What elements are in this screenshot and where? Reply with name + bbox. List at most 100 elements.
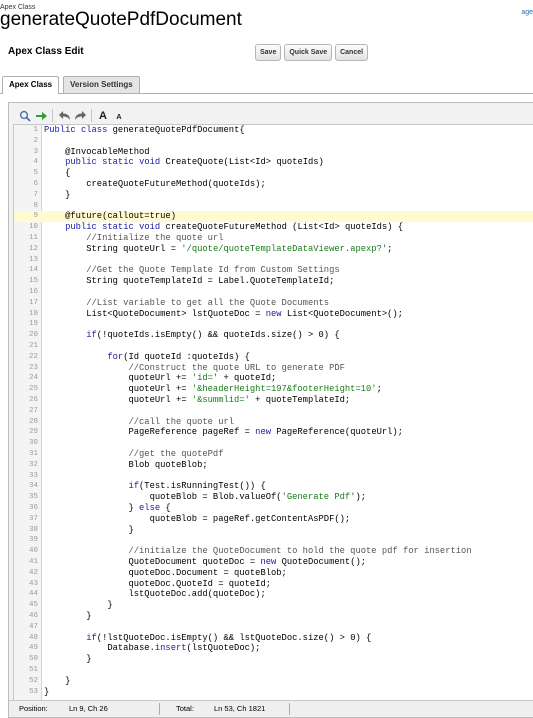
line-number: 5	[33, 169, 38, 178]
code-line[interactable]: 36 } else {	[14, 503, 533, 514]
code-text: @InvocableMethod	[44, 146, 150, 157]
code-line[interactable]: 39	[14, 535, 533, 546]
code-line[interactable]: 43 quoteDoc.QuoteId = quoteId;	[14, 579, 533, 590]
status-divider	[289, 703, 290, 715]
line-number: 40	[28, 547, 38, 556]
code-line[interactable]: 2	[14, 136, 533, 147]
code-line[interactable]: 29 PageReference pageRef = new PageRefer…	[14, 427, 533, 438]
line-number: 20	[28, 331, 38, 340]
code-line[interactable]: 14 //Get the Quote Template Id from Cust…	[14, 265, 533, 276]
code-line[interactable]: 37 quoteBlob = pageRef.getContentAsPDF()…	[14, 514, 533, 525]
code-text: //initialze the QuoteDocument to hold th…	[128, 546, 472, 557]
line-number: 52	[28, 676, 38, 685]
code-text: quoteBlob = pageRef.getContentAsPDF();	[44, 513, 351, 524]
code-text: if(!quoteIds.isEmpty() && quoteIds.size(…	[86, 330, 340, 341]
code-line[interactable]: 4 public static void CreateQuote(List<Id…	[14, 157, 533, 168]
code-line[interactable]: 53}	[14, 687, 533, 698]
code-line[interactable]: 42 quoteDoc.Document = quoteBlob;	[14, 568, 533, 579]
code-line[interactable]: 22 for(Id quoteId :quoteIds) {	[14, 352, 533, 363]
code-text: }	[44, 675, 71, 686]
line-number: 37	[28, 514, 38, 523]
code-line[interactable]: 12 String quoteUrl = '/quote/quoteTempla…	[14, 244, 533, 255]
code-line[interactable]: 19	[14, 319, 533, 330]
code-line[interactable]: 21	[14, 341, 533, 352]
line-number: 29	[28, 428, 38, 437]
code-text: quoteUrl += '&headerHeight=197&footerHei…	[44, 384, 382, 395]
code-line[interactable]: 40 //initialze the QuoteDocument to hold…	[14, 546, 533, 557]
line-number: 23	[28, 363, 38, 372]
font-smaller-icon[interactable]: A	[111, 107, 127, 124]
line-number: 9	[33, 212, 38, 221]
font-larger-icon[interactable]: A	[95, 108, 111, 123]
code-line[interactable]: 31 //get the quotePdf	[14, 449, 533, 460]
tab-version-settings[interactable]: Version Settings	[63, 76, 140, 93]
code-line[interactable]: 13	[14, 255, 533, 266]
code-line[interactable]: 32 Blob quoteBlob;	[14, 460, 533, 471]
tab-bar: Apex Class Version Settings	[0, 76, 533, 94]
code-line[interactable]: 50 }	[14, 654, 533, 665]
code-line[interactable]: 49 Database.insert(lstQuoteDoc);	[14, 643, 533, 654]
code-line[interactable]: 28 //call the quote url	[14, 417, 533, 428]
code-line[interactable]: 52 }	[14, 676, 533, 687]
code-line[interactable]: 5 {	[14, 168, 533, 179]
code-line[interactable]: 46 }	[14, 611, 533, 622]
code-line[interactable]: 45 }	[14, 600, 533, 611]
line-number: 2	[33, 136, 38, 145]
code-line[interactable]: 17 //List variable to get all the Quote …	[14, 298, 533, 309]
code-area[interactable]: 1 Public class generateQuotePdfDocument{2…	[13, 124, 533, 701]
line-number: 30	[28, 439, 38, 448]
code-line[interactable]: 41 QuoteDocument quoteDoc = new QuoteDoc…	[14, 557, 533, 568]
search-icon[interactable]	[17, 108, 33, 123]
go-to-line-icon[interactable]	[33, 108, 49, 123]
code-text: createQuoteFutureMethod(quoteIds);	[44, 179, 266, 189]
code-line[interactable]: 11 //Initialize the quote url	[14, 233, 533, 244]
code-text: for(Id quoteId :quoteIds) {	[107, 351, 250, 362]
code-line[interactable]: 23 //Construct the quote URL to generate…	[14, 363, 533, 374]
code-line[interactable]: 27	[14, 406, 533, 417]
code-line[interactable]: 6 createQuoteFutureMethod(quoteIds);	[14, 179, 533, 190]
code-line[interactable]: 34 if(Test.isRunningTest()) {	[14, 481, 533, 492]
code-line[interactable]: 47	[14, 622, 533, 633]
code-text: List<QuoteDocument> lstQuoteDoc = new Li…	[44, 308, 403, 319]
code-text: quoteBlob = Blob.valueOf('Generate Pdf')…	[44, 492, 367, 503]
code-line[interactable]: 24 quoteUrl += 'id=' + quoteId;	[14, 373, 533, 384]
code-line[interactable]: 16	[14, 287, 533, 298]
code-line[interactable]: 8	[14, 201, 533, 212]
code-line[interactable]: 33	[14, 471, 533, 482]
code-line[interactable]: 26 quoteUrl += '&summlid=' + quoteTempla…	[14, 395, 533, 406]
tab-apex-class[interactable]: Apex Class	[2, 76, 60, 94]
code-line[interactable]: 1 Public class generateQuotePdfDocument{	[14, 125, 533, 136]
code-line[interactable]: 48 if(!lstQuoteDoc.isEmpty() && lstQuote…	[14, 633, 533, 644]
code-line[interactable]: 9 @future(callout=true)	[14, 211, 533, 223]
help-link[interactable]: age	[521, 9, 533, 16]
code-line[interactable]: 18 List<QuoteDocument> lstQuoteDoc = new…	[14, 309, 533, 320]
code-line[interactable]: 7 }	[14, 190, 533, 201]
line-number: 13	[28, 255, 38, 264]
code-line[interactable]: 30	[14, 438, 533, 449]
code-line[interactable]: 51	[14, 665, 533, 676]
code-line[interactable]: 35 quoteBlob = Blob.valueOf('Generate Pd…	[14, 492, 533, 503]
code-line[interactable]: 38 }	[14, 525, 533, 536]
code-line[interactable]: 44 lstQuoteDoc.add(quoteDoc);	[14, 589, 533, 600]
line-number: 32	[28, 460, 38, 469]
redo-icon[interactable]	[72, 108, 88, 123]
code-text: String quoteTemplateId = Label.QuoteTemp…	[44, 276, 335, 287]
code-line[interactable]: 3 @InvocableMethod	[14, 147, 533, 158]
cancel-button[interactable]: Cancel	[335, 44, 369, 61]
toolbar-divider	[52, 109, 53, 122]
code-line[interactable]: 25 quoteUrl += '&headerHeight=197&footer…	[14, 384, 533, 395]
save-button[interactable]: Save	[255, 44, 282, 61]
quick-save-button[interactable]: Quick Save	[284, 44, 333, 61]
line-number: 38	[28, 525, 38, 534]
code-line[interactable]: 20 if(!quoteIds.isEmpty() && quoteIds.si…	[14, 330, 533, 341]
line-number: 22	[28, 352, 38, 361]
total-label: Total:	[176, 704, 194, 713]
code-text: if(Test.isRunningTest()) {	[128, 481, 266, 492]
code-text: } else {	[44, 503, 171, 513]
line-number: 44	[28, 590, 38, 599]
code-line[interactable]: 10 public static void createQuoteFutureM…	[14, 222, 533, 233]
code-text: lstQuoteDoc.add(quoteDoc);	[44, 589, 266, 600]
line-number: 3	[33, 147, 38, 156]
code-line[interactable]: 15 String quoteTemplateId = Label.QuoteT…	[14, 276, 533, 287]
undo-icon[interactable]	[56, 108, 72, 123]
